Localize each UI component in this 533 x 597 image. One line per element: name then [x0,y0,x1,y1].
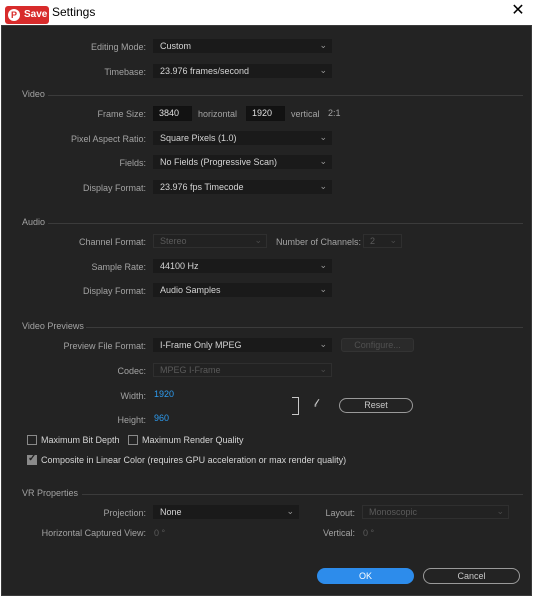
pixel-aspect-label: Pixel Aspect Ratio: [70,134,146,144]
vertical-label: vertical [291,109,320,119]
max-render-quality-label: Maximum Render Quality [142,435,244,445]
editing-mode-value: Custom [160,41,192,51]
settings-dialog: P Save Settings ✕ Editing Mode: Custom ⌄ … [0,0,533,597]
editing-mode-dropdown[interactable]: Custom ⌄ [153,39,332,53]
composite-linear-checkbox[interactable] [27,453,37,465]
composite-linear-label: Composite in Linear Color (requires GPU … [41,455,347,465]
audio-display-format-label: Display Format: [82,286,146,296]
sample-rate-dropdown[interactable]: 44100 Hz ⌄ [153,259,332,273]
chevron-down-icon: ⌄ [286,506,294,516]
window-title: Settings [52,5,96,19]
projection-value: None [160,507,182,517]
codec-label: Codec: [117,366,146,376]
chevron-down-icon: ⌄ [319,284,327,294]
codec-dropdown[interactable]: MPEG I-Frame ⌄ [153,363,332,377]
preview-width-value[interactable]: 1920 [154,389,174,399]
aspect-ratio-text: 2:1 [328,108,341,118]
pixel-aspect-value: Square Pixels (1.0) [160,133,237,143]
vr-section-title: VR Properties [22,488,79,498]
num-channels-value: 2 [370,236,376,246]
timebase-value: 23.976 frames/second [160,66,250,76]
channel-format-dropdown[interactable]: Stereo ⌄ [153,234,267,248]
vertical-view-label: Vertical: [322,528,355,538]
max-bit-depth-label: Maximum Bit Depth [41,435,120,445]
pinterest-icon: P [8,9,20,21]
cancel-button[interactable]: Cancel [423,568,520,584]
audio-display-format-dropdown[interactable]: Audio Samples ⌄ [153,283,332,297]
fields-label: Fields: [119,158,146,168]
channel-format-label: Channel Format: [78,237,146,247]
reset-button[interactable]: Reset [339,398,413,413]
channel-format-value: Stereo [160,236,187,246]
audio-display-format-value: Audio Samples [160,285,221,295]
video-display-format-dropdown[interactable]: 23.976 fps Timecode ⌄ [153,180,332,194]
audio-section-title: Audio [22,217,46,227]
link-chain-icon[interactable]: 𝓁 [314,398,318,411]
vertical-view-value[interactable]: 0 ° [363,528,374,538]
dialog-body: Editing Mode: Custom ⌄ Timebase: 23.976 f… [1,25,532,596]
title-bar: P Save Settings ✕ [0,0,533,25]
num-channels-dropdown[interactable]: 2 ⌄ [363,234,402,248]
max-render-quality-checkbox[interactable] [128,435,138,445]
horizontal-view-label: Horizontal Captured View: [41,528,146,538]
frame-height-input[interactable]: 1920 [246,106,285,121]
fields-value: No Fields (Progressive Scan) [160,157,278,167]
divider [82,494,523,495]
chevron-down-icon: ⌄ [319,156,327,166]
chevron-down-icon: ⌄ [319,40,327,50]
chevron-down-icon: ⌄ [496,506,504,516]
video-display-format-label: Display Format: [82,183,146,193]
video-display-format-value: 23.976 fps Timecode [160,182,244,192]
layout-value: Monoscopic [369,507,418,517]
preview-height-value[interactable]: 960 [154,413,169,423]
horizontal-view-value[interactable]: 0 ° [154,528,165,538]
max-bit-depth-checkbox[interactable] [27,435,37,445]
fields-dropdown[interactable]: No Fields (Progressive Scan) ⌄ [153,155,332,169]
preview-format-value: I-Frame Only MPEG [160,340,242,350]
pinterest-save-button[interactable]: P Save [5,6,49,24]
divider [48,95,523,96]
layout-dropdown[interactable]: Monoscopic ⌄ [362,505,509,519]
sample-rate-label: Sample Rate: [91,262,146,272]
projection-label: Projection: [103,508,146,518]
frame-size-label: Frame Size: [97,109,146,119]
projection-dropdown[interactable]: None ⌄ [153,505,299,519]
sample-rate-value: 44100 Hz [160,261,199,271]
configure-button[interactable]: Configure... [341,338,414,352]
codec-value: MPEG I-Frame [160,365,221,375]
preview-format-dropdown[interactable]: I-Frame Only MPEG ⌄ [153,338,332,352]
horizontal-label: horizontal [198,109,238,119]
chevron-down-icon: ⌄ [319,339,327,349]
link-bracket [292,397,299,415]
divider [48,223,523,224]
preview-format-label: Preview File Format: [63,341,146,351]
num-channels-label: Number of Channels: [276,237,362,247]
frame-width-input[interactable]: 3840 [153,106,192,121]
chevron-down-icon: ⌄ [254,235,262,245]
divider [86,327,523,328]
chevron-down-icon: ⌄ [319,65,327,75]
video-section-title: Video [22,89,45,99]
chevron-down-icon: ⌄ [389,235,397,245]
chevron-down-icon: ⌄ [319,181,327,191]
video-previews-section-title: Video Previews [22,321,84,331]
close-icon[interactable]: ✕ [511,3,525,19]
preview-height-label: Height: [117,415,146,425]
chevron-down-icon: ⌄ [319,132,327,142]
pinterest-save-label: Save [24,9,48,20]
timebase-label: Timebase: [104,67,146,77]
pixel-aspect-dropdown[interactable]: Square Pixels (1.0) ⌄ [153,131,332,145]
chevron-down-icon: ⌄ [319,364,327,374]
layout-label: Layout: [325,508,355,518]
timebase-dropdown[interactable]: 23.976 frames/second ⌄ [153,64,332,78]
editing-mode-label: Editing Mode: [90,42,146,52]
preview-width-label: Width: [120,391,146,401]
ok-button[interactable]: OK [317,568,414,584]
chevron-down-icon: ⌄ [319,260,327,270]
